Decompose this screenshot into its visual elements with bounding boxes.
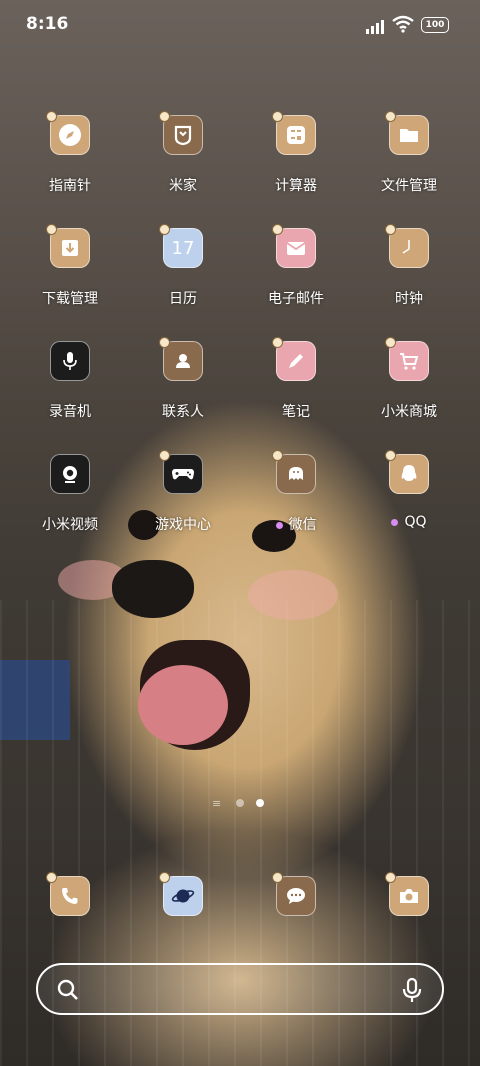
app-label: 指南针 bbox=[49, 178, 91, 194]
microphone-icon bbox=[50, 341, 90, 381]
wallpaper-puppy-tongue bbox=[138, 665, 228, 745]
wechat-icon bbox=[276, 454, 316, 494]
app-label: 游戏中心 bbox=[155, 517, 211, 533]
app-label: 计算器 bbox=[275, 178, 317, 194]
app-mi-store[interactable]: 小米商城 bbox=[353, 337, 465, 451]
app-notes[interactable]: 笔记 bbox=[240, 337, 352, 451]
badge-dot bbox=[385, 224, 396, 235]
app-label: 日历 bbox=[169, 291, 197, 307]
badge-dot bbox=[159, 224, 170, 235]
app-label: 录音机 bbox=[49, 404, 91, 420]
new-indicator bbox=[275, 521, 283, 529]
qq-icon bbox=[389, 454, 429, 494]
pencil-icon bbox=[276, 341, 316, 381]
app-mi-video[interactable]: 小米视频 bbox=[14, 454, 126, 564]
wallpaper-decor bbox=[0, 660, 70, 740]
status-bar: 8:16 100 bbox=[0, 0, 480, 50]
wallpaper-blush-right bbox=[248, 570, 338, 620]
browser-icon bbox=[163, 876, 203, 916]
wifi-icon bbox=[392, 15, 414, 33]
badge-dot bbox=[385, 337, 396, 348]
clock-icon bbox=[389, 228, 429, 268]
video-icon bbox=[50, 454, 90, 494]
status-time: 8:16 bbox=[26, 14, 69, 34]
cart-icon bbox=[389, 341, 429, 381]
badge-dot bbox=[159, 450, 170, 461]
contact-icon bbox=[163, 341, 203, 381]
app-label: 时钟 bbox=[395, 291, 423, 307]
app-label: 小米商城 bbox=[381, 404, 437, 420]
badge-dot bbox=[385, 450, 396, 461]
badge-dot bbox=[272, 337, 283, 348]
calendar-icon: 17 bbox=[163, 228, 203, 268]
app-calendar[interactable]: 17 日历 bbox=[127, 224, 239, 338]
badge-dot bbox=[46, 224, 57, 235]
app-recorder[interactable]: 录音机 bbox=[14, 341, 126, 451]
badge-dot bbox=[159, 111, 170, 122]
message-icon bbox=[276, 876, 316, 916]
badge-dot bbox=[272, 111, 283, 122]
app-mijia[interactable]: 米家 bbox=[127, 111, 239, 225]
compass-icon bbox=[50, 115, 90, 155]
badge-dot bbox=[159, 872, 170, 883]
signal-icon bbox=[366, 20, 384, 34]
app-label: 笔记 bbox=[282, 404, 310, 420]
new-indicator bbox=[391, 518, 399, 526]
app-game-center[interactable]: 游戏中心 bbox=[127, 450, 239, 564]
app-label: 联系人 bbox=[162, 404, 204, 420]
mijia-icon bbox=[163, 115, 203, 155]
badge-dot bbox=[272, 872, 283, 883]
badge-dot bbox=[46, 111, 57, 122]
app-file-manager[interactable]: 文件管理 bbox=[353, 111, 465, 225]
page-dot[interactable] bbox=[236, 799, 244, 807]
search-input[interactable] bbox=[94, 973, 378, 1007]
mail-icon bbox=[276, 228, 316, 268]
app-email[interactable]: 电子邮件 bbox=[240, 224, 352, 338]
app-wechat[interactable]: 微信 bbox=[240, 450, 352, 564]
menu-lines-icon: ≡ bbox=[212, 797, 222, 810]
app-label: 米家 bbox=[169, 178, 197, 194]
app-clock[interactable]: 时钟 bbox=[353, 224, 465, 338]
badge-dot bbox=[385, 111, 396, 122]
app-label: 文件管理 bbox=[381, 178, 437, 194]
app-label: 小米视频 bbox=[42, 517, 98, 533]
app-download-manager[interactable]: 下载管理 bbox=[14, 224, 126, 338]
microphone-icon[interactable] bbox=[400, 977, 424, 1003]
app-contacts[interactable]: 联系人 bbox=[127, 337, 239, 451]
wallpaper-puppy-nose bbox=[112, 560, 194, 618]
badge-dot bbox=[272, 450, 283, 461]
app-calculator[interactable]: 计算器 bbox=[240, 111, 352, 225]
app-compass[interactable]: 指南针 bbox=[14, 111, 126, 225]
badge-dot bbox=[272, 224, 283, 235]
camera-icon bbox=[389, 876, 429, 916]
folder-icon bbox=[389, 115, 429, 155]
app-label: 电子邮件 bbox=[268, 291, 324, 307]
page-dot-active[interactable] bbox=[256, 799, 264, 807]
calendar-day: 17 bbox=[171, 237, 195, 259]
battery-indicator: 100 bbox=[421, 17, 449, 33]
calculator-icon bbox=[276, 115, 316, 155]
page-indicator[interactable]: ≡ bbox=[212, 797, 272, 810]
badge-dot bbox=[385, 872, 396, 883]
badge-dot bbox=[46, 872, 57, 883]
search-bar[interactable] bbox=[36, 963, 444, 1015]
gamepad-icon bbox=[163, 454, 203, 494]
app-qq[interactable]: QQ bbox=[353, 450, 465, 564]
phone-icon bbox=[50, 876, 90, 916]
app-label: 微信 bbox=[240, 514, 352, 534]
app-label: 下载管理 bbox=[42, 291, 98, 307]
search-icon[interactable] bbox=[56, 978, 80, 1002]
badge-dot bbox=[159, 337, 170, 348]
app-label: QQ bbox=[353, 514, 465, 530]
download-icon bbox=[50, 228, 90, 268]
